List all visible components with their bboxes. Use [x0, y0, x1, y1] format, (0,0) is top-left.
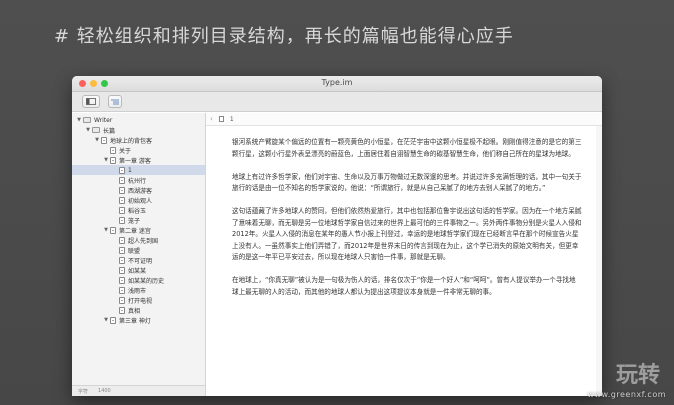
- document-icon: [119, 266, 125, 274]
- sidebar-item[interactable]: 如某某: [72, 265, 205, 275]
- sidebar-item[interactable]: 稻谷玉: [72, 205, 205, 215]
- sidebar-footer: 字符 1400: [72, 385, 205, 396]
- sidebar-item-label: 联盟: [128, 247, 141, 255]
- app-window: Type.im ▼ Writer ▼ 长篇 ▼ 地球上的背包客 关于 ▼ 第一章 游客 1 杭州行西…: [72, 76, 602, 396]
- sidebar-item-label: 稻谷玉: [128, 207, 147, 215]
- footer-label: 字符: [78, 388, 89, 395]
- document-icon: [119, 276, 125, 284]
- sidebar-item[interactable]: 浅雨市: [72, 285, 205, 295]
- document-icon: [119, 216, 125, 224]
- watermark-logo: 玩转: [615, 363, 660, 388]
- disclosure-open-icon[interactable]: ▼: [94, 137, 100, 143]
- window-body: ▼ Writer ▼ 长篇 ▼ 地球上的背包客 关于 ▼ 第一章 游客 1 杭州行 西湖游客 初始观人稻…: [72, 113, 602, 396]
- paragraph: 银河系统产臂旋某个偏远的位置有一颗亮黄色的小恒星，在茫茫宇宙中这颗小恒星极不起眼…: [232, 138, 582, 158]
- disclosure-open-icon[interactable]: ▼: [103, 317, 109, 323]
- sidebar: ▼ Writer ▼ 长篇 ▼ 地球上的背包客 关于 ▼ 第一章 游客 1 杭州行 西湖游客 初始观人稻…: [72, 113, 206, 396]
- sidebar-item-label: 初始观人: [128, 197, 153, 205]
- tab-label[interactable]: 1: [230, 116, 234, 123]
- sidebar-item[interactable]: 关于: [72, 145, 205, 155]
- document-icon: [101, 136, 107, 144]
- folder-icon: [92, 127, 100, 133]
- window-title: Type.im: [321, 78, 353, 87]
- scrollbar[interactable]: [596, 126, 602, 396]
- sidebar-item[interactable]: ▼ 第一章 游客: [72, 155, 205, 165]
- tab-bar: ‹ 1: [206, 113, 602, 126]
- sidebar-item-label: 不可证明: [128, 257, 153, 265]
- paragraph: 这句话蕴藏了许多地球人的赞同，但他们依然热爱旅行，其中也包括那位鲁宇说出这句话的…: [232, 207, 582, 261]
- sidebar-item-label: 长篇: [103, 127, 116, 135]
- sidebar-item[interactable]: 打开电视: [72, 295, 205, 305]
- paragraph: 在地球上，“你真无聊”被认为是一句极为伤人的话，排名仅次于“你是一个好人”和“呵…: [232, 276, 576, 296]
- sidebar-item-label: 地球上的背包客: [110, 137, 153, 145]
- outline-icon: [111, 99, 119, 104]
- sidebar-item[interactable]: 笼子: [72, 215, 205, 225]
- sidebar-item[interactable]: ▼ 长篇: [72, 125, 205, 135]
- document-icon: [119, 196, 125, 204]
- sidebar-item-label: Writer: [94, 116, 113, 124]
- document-icon: [119, 256, 125, 264]
- sidebar-item-label: 笼子: [128, 217, 141, 225]
- sidebar-item-label: 如某某: [128, 267, 147, 275]
- sidebar-toggle-button[interactable]: [82, 95, 100, 108]
- disclosure-open-icon[interactable]: ▼: [103, 227, 109, 233]
- document-icon: [218, 116, 224, 122]
- document-icon: [119, 296, 125, 304]
- outline-button[interactable]: [108, 95, 122, 108]
- sidebar-item-label: 杭州行: [128, 177, 147, 185]
- sidebar-item[interactable]: ▼ 第二章 迷宫: [72, 225, 205, 235]
- editor-content[interactable]: 银河系统产臂旋某个偏远的位置有一颗亮黄色的小恒星，在茫茫宇宙中这颗小恒星极不起眼…: [232, 137, 582, 310]
- sidebar-item-label: 第一章 游客: [119, 157, 151, 165]
- sidebar-item-label: 关于: [119, 147, 132, 155]
- sidebar-item[interactable]: 超人先到国: [72, 235, 205, 245]
- document-icon: [119, 186, 125, 194]
- sidebar-item[interactable]: ▼ 第三章 神灯: [72, 315, 205, 325]
- folder-icon: [83, 117, 91, 123]
- sidebar-item-label: 真相: [128, 307, 141, 315]
- headline: # 轻松组织和排列目录结构，再长的篇幅也能得心应手: [54, 26, 514, 47]
- sidebar-item-label: 超人先到国: [128, 237, 159, 245]
- document-icon: [110, 146, 116, 154]
- file-tree: ▼ Writer ▼ 长篇 ▼ 地球上的背包客 关于 ▼ 第一章 游客 1 杭州行 西湖游客 初始观人稻…: [72, 113, 205, 325]
- paragraph: 地球上有过许多哲学家，他们对宇宙、生命以及万事万物做过无数深邃的思考。并说过许多…: [232, 172, 582, 193]
- document-icon: [110, 156, 116, 164]
- stage: # 轻松组织和排列目录结构，再长的篇幅也能得心应手 Type.im ▼ Writ…: [0, 0, 674, 405]
- sidebar-item[interactable]: 杭州行: [72, 175, 205, 185]
- sidebar-item-label: 第二章 迷宫: [119, 227, 151, 235]
- sidebar-item-label: 1: [128, 166, 132, 174]
- document-icon: [110, 226, 116, 234]
- editor[interactable]: ‹ 1 银河系统产臂旋某个偏远的位置有一颗亮黄色的小恒星，在茫茫宇宙中这颗小恒星…: [206, 113, 602, 396]
- watermark-url: www.greenxf.com: [587, 390, 666, 399]
- sidebar-item[interactable]: 西湖游客: [72, 185, 205, 195]
- sidebar-item[interactable]: 如某某的历史: [72, 275, 205, 285]
- sidebar-item[interactable]: 1: [72, 165, 205, 175]
- document-icon: [119, 236, 125, 244]
- sidebar-item-label: 第三章 神灯: [119, 317, 151, 325]
- sidebar-item[interactable]: 不可证明: [72, 255, 205, 265]
- document-icon: [119, 306, 125, 314]
- sidebar-item[interactable]: 真相: [72, 305, 205, 315]
- sidebar-item[interactable]: ▼ 地球上的背包客: [72, 135, 205, 145]
- sidebar-item[interactable]: 初始观人: [72, 195, 205, 205]
- sidebar-item-label: 如某某的历史: [128, 277, 165, 285]
- sidebar-item[interactable]: ▼ Writer: [72, 115, 205, 125]
- document-icon: [119, 166, 125, 174]
- disclosure-open-icon[interactable]: ▼: [103, 157, 109, 163]
- sidebar-toggle-icon: [86, 98, 96, 105]
- footer-count: 1400: [98, 388, 111, 394]
- document-icon: [119, 176, 125, 184]
- document-icon: [110, 316, 116, 324]
- back-arrow-icon[interactable]: ‹: [210, 115, 213, 123]
- toolbar: [72, 92, 602, 112]
- title-bar: Type.im: [72, 76, 602, 92]
- document-icon: [119, 246, 125, 254]
- sidebar-item-label: 西湖游客: [128, 187, 153, 195]
- document-icon: [119, 206, 125, 214]
- disclosure-open-icon[interactable]: ▼: [76, 117, 82, 123]
- disclosure-open-icon[interactable]: ▼: [85, 127, 91, 133]
- sidebar-item-label: 打开电视: [128, 297, 153, 305]
- sidebar-item[interactable]: 联盟: [72, 245, 205, 255]
- document-icon: [119, 286, 125, 294]
- sidebar-item-label: 浅雨市: [128, 287, 147, 295]
